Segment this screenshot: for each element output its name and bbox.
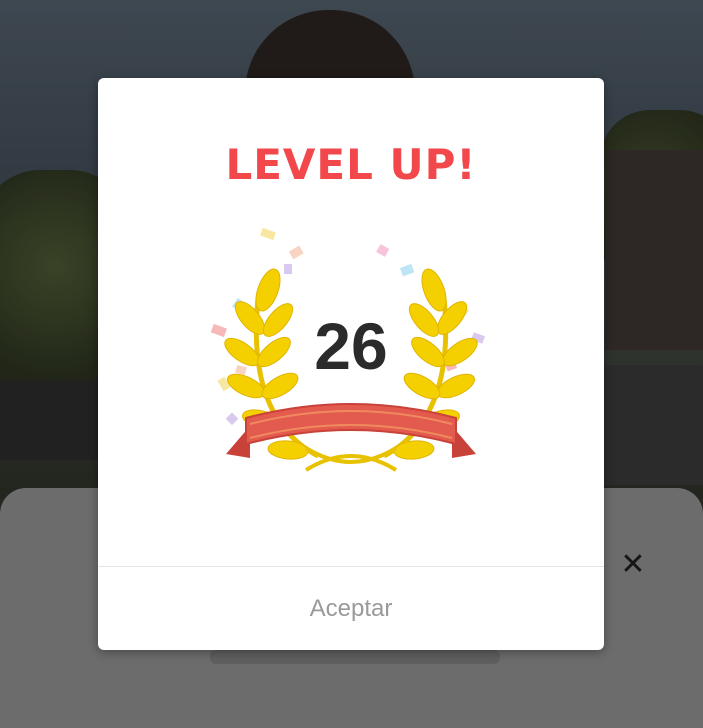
level-up-dialog: LEVEL UP! 26 Aceptar <box>98 78 604 650</box>
laurel-badge: 26 <box>206 218 496 478</box>
bottom-sheet-content <box>210 650 500 664</box>
accept-button[interactable]: Aceptar <box>98 567 604 650</box>
level-number: 26 <box>314 309 388 383</box>
dialog-title: LEVEL UP! <box>98 140 604 189</box>
level-up-title: LEVEL UP! <box>225 140 477 189</box>
close-icon[interactable]: ✕ <box>618 550 648 580</box>
